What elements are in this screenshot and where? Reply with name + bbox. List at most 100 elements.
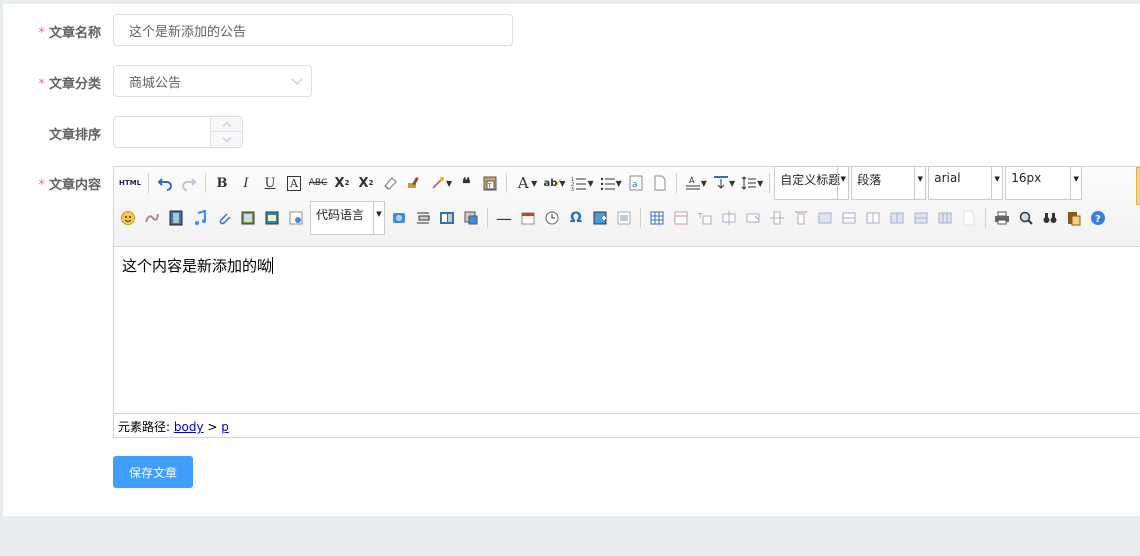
dropdown-caret-icon[interactable]: ▼ (587, 179, 593, 188)
image-icon[interactable] (236, 207, 260, 229)
toolbar-separator (985, 208, 986, 228)
eraser-icon[interactable] (378, 172, 402, 194)
svg-text:T: T (697, 212, 703, 220)
bold-icon[interactable]: B (210, 172, 234, 194)
code-language-select-value: 代码语言 (316, 208, 365, 222)
superscript-icon[interactable]: X2 (330, 172, 354, 194)
horizontal-rule-icon[interactable]: — (492, 207, 516, 229)
paste-plain-icon[interactable]: T (478, 172, 502, 194)
table-props-icon[interactable] (957, 207, 981, 229)
italic-icon[interactable]: I (234, 172, 258, 194)
paragraph-select[interactable]: 段落 ▼ (851, 166, 927, 200)
editor-content-area[interactable]: 这个内容是新添加的呦 (122, 255, 274, 276)
dropdown-caret-icon[interactable]: ▼ (757, 179, 763, 188)
font-size-select-value: 16px (1011, 171, 1042, 185)
insert-row-icon[interactable] (717, 207, 741, 229)
insert-table-icon[interactable] (645, 207, 669, 229)
editor-toolbar: HTML B I U A ABC X2 X2 ▼ ❝ T A ▼ ab ⁄ ▼ 1… (114, 166, 1140, 247)
split-cells-icon[interactable] (885, 207, 909, 229)
preview-icon[interactable] (1014, 207, 1038, 229)
delete-row-icon[interactable] (741, 207, 765, 229)
toolbar-separator (675, 173, 677, 193)
dropdown-caret-icon: ▼ (991, 167, 1002, 199)
scrawl-icon[interactable] (140, 207, 164, 229)
article-content-label-text: 文章内容 (48, 178, 101, 193)
time-icon[interactable] (540, 207, 564, 229)
insert-col-icon[interactable] (765, 207, 789, 229)
element-path-label: 元素路径: (118, 420, 171, 434)
heading-select[interactable]: 自定义标题 ▼ (774, 166, 850, 200)
print-icon[interactable] (990, 207, 1014, 229)
required-mark: * (38, 178, 45, 193)
date-icon[interactable] (516, 207, 540, 229)
help-icon[interactable]: ? (1086, 207, 1110, 229)
dropdown-caret-icon: ▼ (373, 202, 384, 234)
article-name-input[interactable]: 这个是新添加的公告 (113, 14, 513, 46)
subscript-icon[interactable]: X2 (354, 172, 378, 194)
format-brush-icon[interactable] (402, 172, 426, 194)
code-language-select[interactable]: 代码语言 ▼ (310, 201, 385, 235)
map-icon[interactable] (387, 207, 411, 229)
article-sort-input[interactable] (113, 116, 243, 148)
underline-icon[interactable]: U (258, 172, 282, 194)
attachment-icon[interactable] (212, 207, 236, 229)
video-icon[interactable] (164, 207, 188, 229)
font-family-select[interactable]: arial ▼ (928, 166, 1004, 200)
path-link-p[interactable]: p (221, 420, 229, 434)
chevron-up-icon (222, 121, 231, 131)
background-icon[interactable] (459, 207, 483, 229)
html-source-button[interactable]: HTML (116, 172, 144, 194)
page-break-icon[interactable] (648, 172, 672, 194)
special-char-icon[interactable]: Ω (564, 207, 588, 229)
heading-select-value: 自定义标题 (780, 173, 841, 187)
article-category-label: * 文章分类 (3, 73, 101, 92)
decrease-button[interactable] (211, 132, 242, 147)
split-rows-icon[interactable] (909, 207, 933, 229)
insert-paragraph-before-table-icon[interactable]: T (693, 207, 717, 229)
toolbar-separator (640, 208, 641, 228)
increase-button[interactable] (211, 117, 242, 132)
toolbar-row-2: 代码语言 ▼ — Ω T ? (116, 201, 1110, 235)
word-image-icon[interactable] (612, 207, 636, 229)
emoticon-icon[interactable] (116, 207, 140, 229)
toolbar-separator (487, 208, 488, 228)
merge-cells-icon[interactable] (813, 207, 837, 229)
article-sort-label: 文章排序 (3, 124, 101, 143)
merge-down-icon[interactable] (861, 207, 885, 229)
dropdown-caret-icon[interactable]: ▼ (559, 179, 565, 188)
anchor-icon[interactable]: a (624, 172, 648, 194)
blockquote-icon[interactable]: ❝ (454, 172, 478, 194)
font-family-select-value: arial (934, 171, 961, 185)
dropdown-caret-icon[interactable]: ▼ (446, 179, 452, 188)
delete-col-icon[interactable] (789, 207, 813, 229)
template-icon[interactable] (411, 207, 435, 229)
insert-frame-icon[interactable] (284, 207, 308, 229)
drafts-icon[interactable] (1062, 207, 1086, 229)
insert-image-icon[interactable] (588, 207, 612, 229)
merge-right-icon[interactable] (837, 207, 861, 229)
article-category-value: 商城公告 (129, 75, 182, 91)
search-replace-icon[interactable] (1038, 207, 1062, 229)
path-link-body[interactable]: body (174, 420, 204, 434)
save-article-button[interactable]: 保存文章 (113, 456, 193, 488)
dropdown-caret-icon[interactable]: ▼ (701, 179, 707, 188)
multi-image-icon[interactable] (260, 207, 284, 229)
redo-button[interactable] (177, 172, 201, 194)
article-category-select[interactable]: 商城公告 (113, 65, 312, 97)
undo-button[interactable] (153, 172, 177, 194)
dropdown-caret-icon[interactable]: ▼ (531, 179, 537, 188)
music-icon[interactable] (188, 207, 212, 229)
toolbar-overflow-edge (1136, 167, 1140, 205)
required-mark: * (38, 77, 45, 92)
dropdown-caret-icon[interactable]: ▼ (616, 179, 622, 188)
dropdown-caret-icon[interactable]: ▼ (729, 179, 735, 188)
font-border-icon[interactable]: A (282, 172, 306, 194)
delete-table-icon[interactable] (669, 207, 693, 229)
web-page-icon[interactable] (435, 207, 459, 229)
text-cursor (272, 257, 274, 274)
chevron-down-icon (291, 73, 303, 85)
font-size-select[interactable]: 16px ▼ (1005, 166, 1083, 200)
split-cols-icon[interactable] (933, 207, 957, 229)
strikethrough-icon[interactable]: ABC (306, 172, 330, 194)
article-name-value: 这个是新添加的公告 (129, 24, 247, 40)
